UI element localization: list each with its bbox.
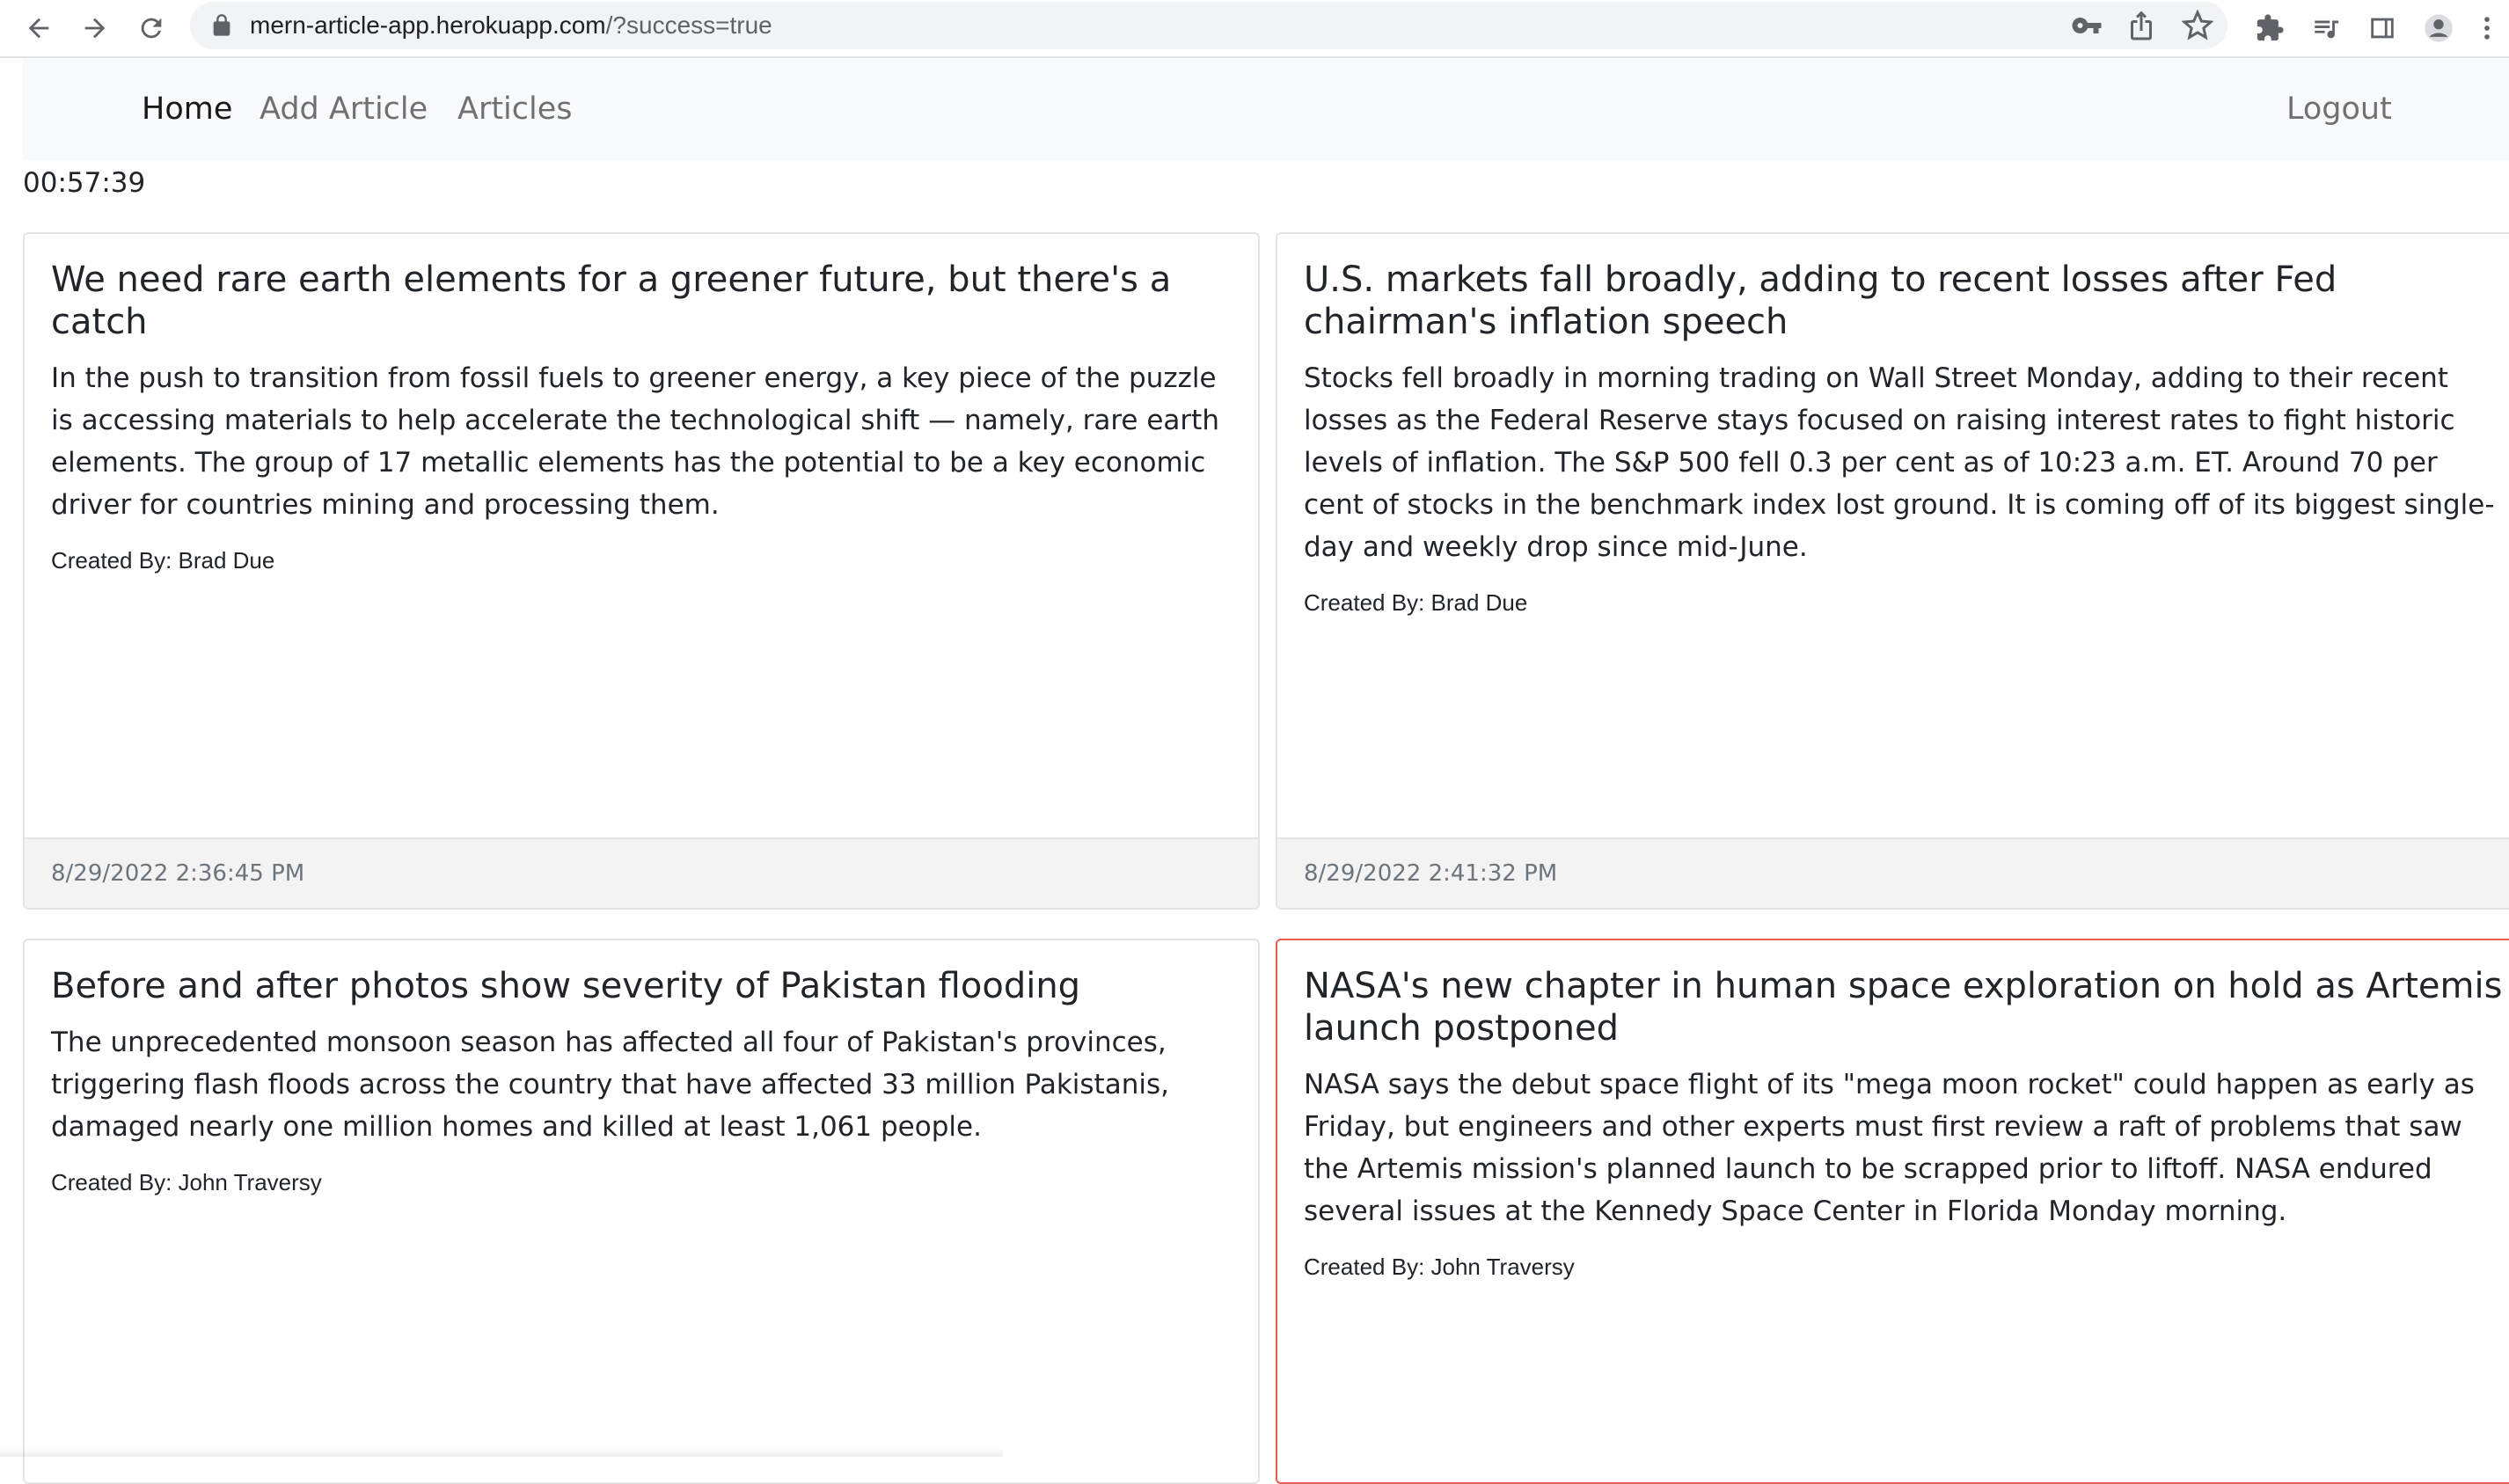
forward-icon[interactable]	[74, 7, 116, 49]
article-card-highlighted[interactable]: NASA's new chapter in human space explor…	[1276, 939, 2509, 1484]
card-body: NASA's new chapter in human space explor…	[1304, 940, 2505, 1281]
article-date: 8/29/2022 2:36:45 PM	[51, 860, 305, 887]
card-footer: 8/29/2022 2:41:32 PM	[1277, 837, 2509, 908]
url-path: /?success=true	[605, 11, 772, 39]
article-card: U.S. markets fall broadly, adding to rec…	[1276, 232, 2509, 910]
media-icon[interactable]	[2305, 7, 2347, 49]
share-icon[interactable]	[2125, 10, 2157, 41]
article-title: We need rare earth elements for a greene…	[51, 260, 1172, 342]
key-icon[interactable]	[2071, 10, 2103, 41]
clock-display: 00:57:39	[23, 167, 146, 199]
nav-articles-link[interactable]: Articles	[457, 58, 573, 160]
article-body: In the push to transition from fossil fu…	[51, 362, 1219, 521]
nav-add-article-link[interactable]: Add Article	[260, 58, 428, 160]
article-author: Created By: Brad Due	[1304, 589, 1528, 616]
menu-icon[interactable]	[2472, 7, 2502, 49]
app-navbar: Home Add Article Articles Logout	[23, 58, 2509, 160]
article-author: Created By: John Traversy	[1304, 1254, 1575, 1280]
star-icon[interactable]	[2181, 9, 2214, 41]
address-bar[interactable]: mern-article-app.herokuapp.com/?success=…	[190, 2, 2227, 49]
extensions-icon[interactable]	[2249, 7, 2291, 49]
scroll-shadow	[0, 1448, 1003, 1457]
browser-toolbar: mern-article-app.herokuapp.com/?success=…	[0, 0, 2509, 58]
card-body: U.S. markets fall broadly, adding to rec…	[1304, 234, 2505, 617]
profile-icon[interactable]	[2418, 7, 2460, 49]
side-panel-icon[interactable]	[2361, 7, 2403, 49]
back-icon[interactable]	[18, 7, 60, 49]
article-body: Stocks fell broadly in morning trading o…	[1304, 362, 2495, 563]
article-title: Before and after photos show severity of…	[51, 966, 1081, 1006]
article-card: Before and after photos show severity of…	[23, 939, 1260, 1484]
article-body: The unprecedented monsoon season has aff…	[51, 1027, 1169, 1143]
url-text[interactable]: mern-article-app.herokuapp.com/?success=…	[250, 2, 772, 49]
article-title: U.S. markets fall broadly, adding to rec…	[1304, 260, 2337, 342]
article-date: 8/29/2022 2:41:32 PM	[1304, 860, 1558, 887]
lock-icon[interactable]	[209, 13, 234, 38]
article-card: We need rare earth elements for a greene…	[23, 232, 1260, 910]
article-author: Created By: Brad Due	[51, 547, 275, 574]
card-footer: 8/29/2022 2:36:45 PM	[25, 837, 1258, 908]
card-body: We need rare earth elements for a greene…	[51, 234, 1232, 574]
logout-link[interactable]: Logout	[2286, 58, 2392, 160]
article-author: Created By: John Traversy	[51, 1169, 322, 1195]
card-body: Before and after photos show severity of…	[51, 940, 1232, 1196]
article-body: NASA says the debut space flight of its …	[1304, 1069, 2475, 1227]
nav-home-link[interactable]: Home	[142, 58, 232, 160]
url-host: mern-article-app.herokuapp.com	[250, 11, 606, 39]
reload-icon[interactable]	[130, 7, 172, 49]
article-title: NASA's new chapter in human space explor…	[1304, 966, 2503, 1049]
